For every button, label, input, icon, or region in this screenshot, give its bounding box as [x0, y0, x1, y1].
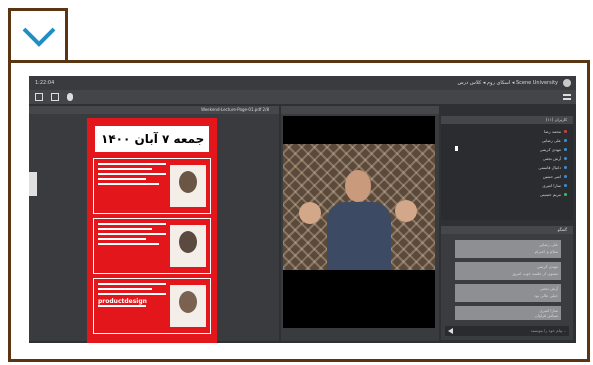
chat-message: آرش نجفی خیلی عالی بود — [455, 284, 561, 302]
users-header: کاربران (۱۱) — [441, 116, 573, 124]
timer: 1:22:04 — [35, 80, 55, 86]
presentation-header: Weekend-Lecture-Page-01.pdf 2/8 — [29, 106, 279, 114]
toolbar — [29, 90, 576, 104]
video-frame — [283, 144, 435, 270]
presentation-panel: Weekend-Lecture-Page-01.pdf 2/8 جمعه ۷ آ… — [29, 106, 279, 343]
presentation-file-name: Weekend-Lecture-Page-01.pdf 2/8 — [201, 107, 269, 112]
poster-block — [93, 158, 211, 214]
menu-icon[interactable] — [563, 94, 571, 100]
screen-share-icon[interactable] — [51, 93, 59, 101]
chat-message: مهدی کریمی ممنون از جلسه خوب امروز — [455, 262, 561, 280]
speaker-photo — [170, 165, 206, 207]
chat-panel: گفتگو علی رضایی سلام و احترام مهدی کریمی… — [441, 226, 573, 340]
camera-header — [281, 106, 439, 114]
user-item[interactable]: دانیال قاسمی — [538, 164, 567, 171]
chat-message: سارا امیری سپاس فراوان — [455, 306, 561, 320]
users-panel: کاربران (۱۱) محمد رضا علی رضایی مهدی کری… — [441, 116, 573, 220]
speaker-photo — [170, 225, 206, 267]
raise-hand-icon[interactable] — [67, 93, 73, 101]
chat-title: گفتگو — [557, 227, 567, 232]
chevron-down-icon[interactable] — [21, 25, 57, 49]
poster-block — [93, 218, 211, 274]
chat-header: گفتگو — [441, 226, 573, 234]
user-item[interactable]: مریم حسینی — [540, 191, 567, 198]
webcam-video — [283, 116, 435, 328]
poster-heading: جمعه ۷ آبان ۱۴۰۰ — [101, 132, 205, 146]
exit-icon[interactable] — [35, 93, 43, 101]
chat-input[interactable]: پیام خود را بنویسید... — [445, 326, 569, 336]
slide-poster: جمعه ۷ آبان ۱۴۰۰ productdesign — [87, 118, 217, 343]
user-item[interactable]: سارا امیری — [542, 182, 567, 189]
user-item[interactable]: امیر حسین — [543, 173, 567, 180]
user-item[interactable]: علی رضایی — [542, 137, 567, 144]
poster-highlight: productdesign — [98, 298, 147, 305]
mic-icon[interactable] — [455, 146, 458, 151]
collapse-toggle[interactable] — [8, 8, 68, 63]
window-title: اسکای روم ◂ کلاس درس ◂ Scene University — [457, 80, 558, 86]
send-icon[interactable] — [448, 328, 453, 334]
chat-message: علی رضایی سلام و احترام — [455, 240, 561, 258]
user-item[interactable]: آرش نجفی — [543, 155, 567, 162]
poster-block: productdesign — [93, 278, 211, 334]
poster-heading-box: جمعه ۷ آبان ۱۴۰۰ — [95, 126, 209, 152]
screenshot-frame: 1:22:04 اسکای روم ◂ کلاس درس ◂ Scene Uni… — [8, 60, 590, 362]
speaker-photo — [170, 285, 206, 327]
skyroom-window: 1:22:04 اسکای روم ◂ کلاس درس ◂ Scene Uni… — [29, 76, 576, 343]
top-bar: 1:22:04 اسکای روم ◂ کلاس درس ◂ Scene Uni… — [29, 76, 576, 90]
side-handle[interactable] — [29, 172, 37, 196]
user-item[interactable]: محمد رضا — [544, 128, 567, 135]
user-avatar[interactable] — [563, 79, 571, 87]
user-item[interactable]: مهدی کریمی — [540, 146, 567, 153]
users-title: کاربران (۱۱) — [545, 117, 567, 122]
